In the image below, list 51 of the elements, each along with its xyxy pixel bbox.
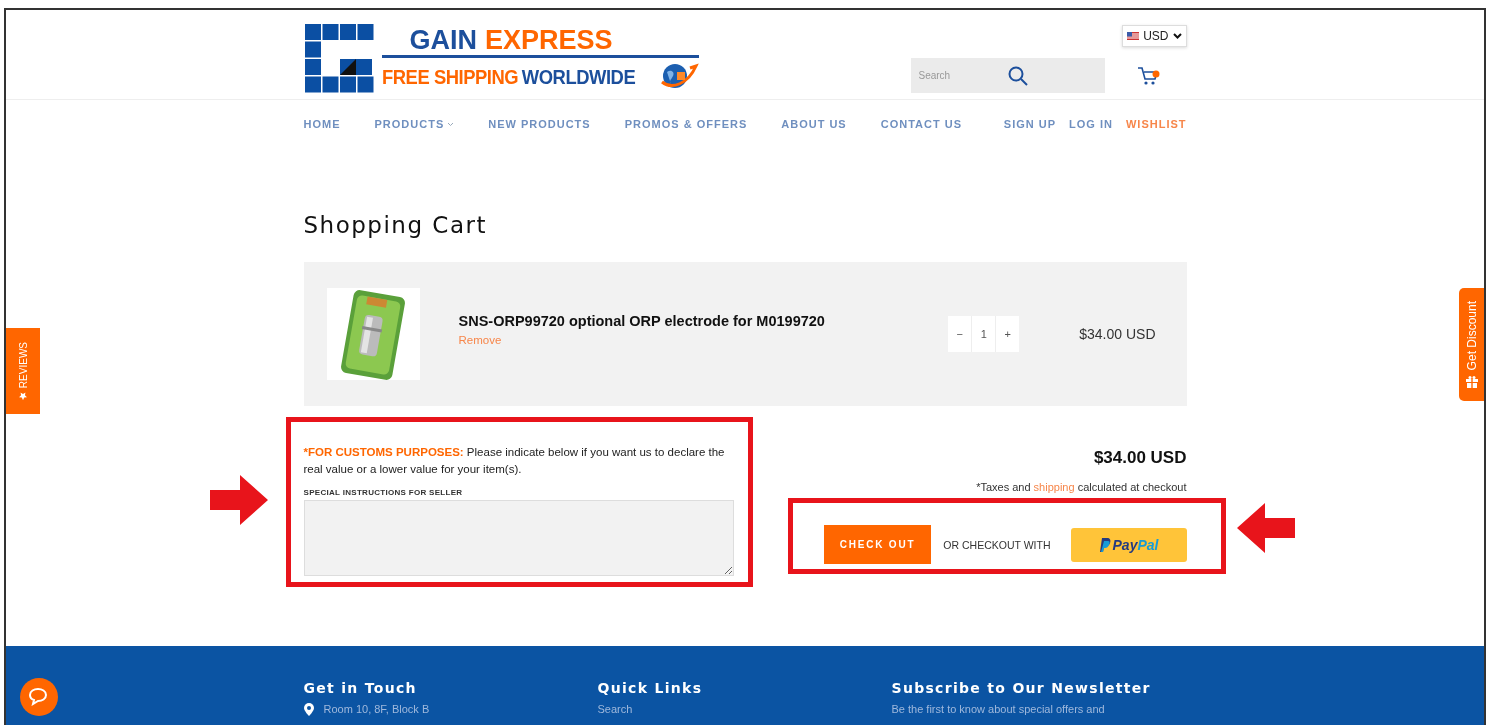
- footer-heading: Get in Touch: [303, 680, 418, 697]
- gift-icon: [1465, 375, 1478, 388]
- chevron-down-icon: [1172, 33, 1182, 39]
- location-pin-icon: [303, 703, 314, 716]
- footer-heading: Quick Links: [597, 680, 704, 697]
- account-link[interactable]: LOG IN: [1069, 118, 1113, 130]
- currency-select[interactable]: USD: [1122, 25, 1187, 47]
- account-link[interactable]: WISHLIST: [1125, 118, 1187, 130]
- discount-tab[interactable]: Get Discount: [1459, 288, 1484, 401]
- customs-note: *FOR CUSTOMS PURPOSES: Please indicate below if you want us to declare the real value or a lower value for your item(s).: [303, 445, 726, 477]
- flag-icon: [1127, 29, 1140, 43]
- remove-link[interactable]: Remove: [458, 333, 949, 346]
- footer-link[interactable]: Search: [597, 703, 633, 716]
- decrease-button[interactable]: −: [948, 316, 973, 352]
- nav-link[interactable]: HOME: [303, 118, 341, 130]
- instructions-field[interactable]: [303, 500, 734, 576]
- shipping-link[interactable]: shipping: [1033, 481, 1075, 493]
- checkout-alt-label: OR CHECKOUT WITH: [943, 538, 1051, 551]
- nav-link[interactable]: CONTACT US: [880, 118, 962, 130]
- account-link[interactable]: SIGN UP: [1003, 118, 1057, 130]
- product-name[interactable]: SNS-ORP99720 optional ORP electrode for M0199720: [458, 312, 949, 329]
- nav-link[interactable]: ABOUT US: [781, 118, 847, 130]
- search-field[interactable]: Search: [910, 58, 1105, 93]
- nav-link[interactable]: PRODUCTS: [374, 118, 455, 130]
- arrow-right-icon: [209, 475, 268, 525]
- quantity-stepper[interactable]: − 1 +: [948, 316, 1020, 352]
- footer-text: Be the first to know about special offers and: [891, 703, 1105, 716]
- logo-tagline: WORLDWIDE: [521, 64, 635, 90]
- tax-note: *Taxes and shipping calculated at checkout: [976, 481, 1187, 493]
- cart-icon[interactable]: [1136, 65, 1161, 86]
- quantity-value: 1: [972, 316, 997, 352]
- page-title: Shopping Cart: [303, 211, 487, 240]
- reviews-tab[interactable]: REVIEWS: [6, 328, 40, 414]
- paypal-button[interactable]: PayPal: [1070, 527, 1187, 562]
- footer-text: Room 10, 8F, Block B: [323, 703, 430, 716]
- arrow-left-icon: [1236, 503, 1295, 553]
- logo-text: GAIN: [409, 24, 477, 55]
- chat-icon: [28, 688, 50, 706]
- nav-link[interactable]: PROMOS & OFFERS: [624, 118, 748, 130]
- nav-link[interactable]: NEW PRODUCTS: [488, 118, 591, 130]
- field-label: SPECIAL INSTRUCTIONS FOR SELLER: [303, 488, 464, 497]
- item-price: $34.00 USD: [1079, 326, 1156, 342]
- subtotal: $34.00 USD: [1093, 448, 1187, 468]
- increase-button[interactable]: +: [996, 316, 1020, 352]
- checkout-button[interactable]: CHECK OUT: [823, 525, 932, 564]
- logo-tagline: FREE SHIPPING: [381, 64, 518, 90]
- logo-text: EXPRESS: [485, 24, 613, 55]
- star-icon: [19, 392, 27, 401]
- currency-label: USD: [1143, 29, 1169, 43]
- footer-heading: Subscribe to Our Newsletter: [891, 680, 1152, 697]
- paypal-icon: [1098, 537, 1111, 552]
